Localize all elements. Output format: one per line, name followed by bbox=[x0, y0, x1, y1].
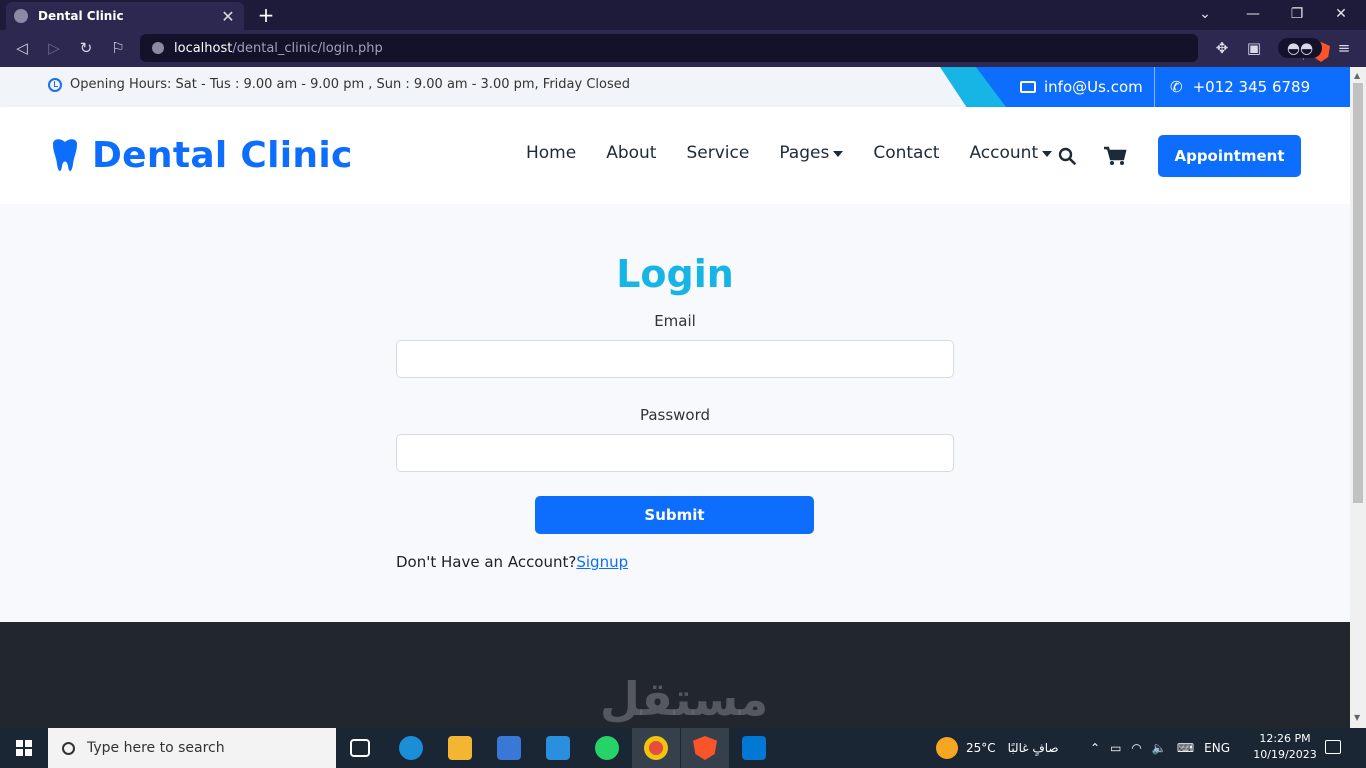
vscode-icon[interactable] bbox=[742, 736, 766, 760]
back-icon[interactable]: ◁ bbox=[12, 38, 32, 58]
weather-text: صافٍ غالبًا bbox=[1007, 741, 1059, 755]
browser-tab-bar: Dental Clinic ✕ + ⌄ — ❐ ✕ bbox=[0, 0, 1366, 30]
nav-account-dropdown[interactable]: Account bbox=[969, 143, 1053, 163]
weather-widget[interactable]: 25°C صافٍ غالبًا bbox=[936, 728, 1059, 768]
scroll-up-icon[interactable]: ▲ bbox=[1354, 71, 1360, 80]
signup-link[interactable]: Signup bbox=[576, 553, 628, 571]
url-host: localhost bbox=[174, 40, 233, 56]
mail-icon[interactable] bbox=[546, 736, 570, 760]
browser-toolbar: ◁ ▷ ↻ ⚐ localhost /dental_clinic/login.p… bbox=[0, 30, 1366, 67]
envelope-icon bbox=[1020, 81, 1036, 93]
watermark: مستقل bbox=[600, 672, 769, 726]
site-info-icon[interactable] bbox=[152, 42, 164, 54]
chevron-up-icon[interactable]: ⌃ bbox=[1090, 741, 1100, 755]
tooth-icon bbox=[53, 138, 77, 171]
minimize-icon[interactable]: — bbox=[1243, 4, 1263, 24]
address-input[interactable]: localhost /dental_clinic/login.php bbox=[140, 34, 1330, 62]
url-path: /dental_clinic/login.php bbox=[232, 40, 383, 56]
email-text: info@Us.com bbox=[1044, 78, 1143, 96]
whatsapp-icon[interactable] bbox=[595, 736, 619, 760]
no-account-text: Don't Have an Account? bbox=[396, 553, 577, 571]
store-icon[interactable] bbox=[497, 736, 521, 760]
notification-icon[interactable] bbox=[1325, 740, 1341, 754]
signup-prompt: Don't Have an Account?Signup bbox=[396, 553, 628, 571]
phone-text: +012 345 6789 bbox=[1192, 78, 1311, 96]
footer: مستقل bbox=[0, 622, 1350, 728]
menu-icon[interactable]: ≡ bbox=[1334, 38, 1354, 58]
search-icon bbox=[62, 741, 75, 755]
edge-icon[interactable] bbox=[399, 736, 423, 760]
scroll-down-icon[interactable]: ▼ bbox=[1354, 713, 1360, 722]
system-clock[interactable]: 12:26 PM 10/19/2023 bbox=[1250, 731, 1320, 763]
weather-icon bbox=[936, 737, 958, 759]
windows-taskbar: Type here to search 25°C صافٍ غالبًا ⌃ ▭… bbox=[0, 728, 1366, 768]
search-icon[interactable] bbox=[1058, 147, 1076, 165]
close-tab-icon[interactable]: ✕ bbox=[220, 7, 236, 26]
file-explorer-icon[interactable] bbox=[448, 736, 472, 760]
clock-time: 12:26 PM bbox=[1259, 732, 1311, 745]
globe-icon bbox=[14, 9, 28, 23]
appointment-button[interactable]: Appointment bbox=[1158, 135, 1301, 177]
close-window-icon[interactable]: ✕ bbox=[1331, 4, 1351, 24]
divider bbox=[1154, 67, 1155, 107]
wifi-icon[interactable]: ◠ bbox=[1131, 741, 1141, 755]
restore-icon[interactable]: ❐ bbox=[1287, 4, 1307, 24]
scroll-thumb[interactable] bbox=[1353, 83, 1363, 503]
password-label: Password bbox=[639, 406, 711, 424]
email-field[interactable] bbox=[396, 340, 954, 378]
nav-contact[interactable]: Contact bbox=[873, 143, 939, 163]
weather-temp: 25°C bbox=[966, 741, 996, 755]
language-indicator[interactable]: ENG bbox=[1204, 741, 1230, 755]
contact-strip: info@Us.com ✆ +012 345 6789 bbox=[940, 67, 1350, 107]
top-info-bar: Opening Hours: Sat - Tus : 9.00 am - 9.0… bbox=[0, 67, 1350, 107]
volume-icon[interactable]: 🔈 bbox=[1152, 741, 1167, 755]
battery-icon[interactable]: ▭ bbox=[1110, 741, 1121, 755]
reload-icon[interactable]: ↻ bbox=[76, 38, 96, 58]
nav-service[interactable]: Service bbox=[686, 143, 749, 163]
caret-down-icon bbox=[1042, 151, 1053, 157]
tab-title: Dental Clinic bbox=[38, 9, 124, 23]
private-window-icon[interactable]: ◓◓ bbox=[1278, 38, 1322, 58]
task-view-icon[interactable] bbox=[350, 739, 370, 757]
forward-icon[interactable]: ▷ bbox=[44, 38, 64, 58]
nav-account-label: Account bbox=[969, 143, 1039, 163]
new-tab-icon[interactable]: + bbox=[256, 3, 276, 27]
taskbar-search-placeholder: Type here to search bbox=[87, 740, 225, 756]
caret-down-icon bbox=[833, 151, 844, 157]
clock-date: 10/19/2023 bbox=[1253, 748, 1317, 761]
brand-name: Dental Clinic bbox=[92, 135, 353, 176]
page-title: Login bbox=[616, 252, 734, 296]
extensions-icon[interactable]: ✥ bbox=[1212, 38, 1232, 58]
clock-icon bbox=[48, 77, 62, 92]
keyboard-icon[interactable]: ⌨ bbox=[1177, 741, 1194, 755]
tab-list-chevron-icon[interactable]: ⌄ bbox=[1195, 4, 1215, 24]
brand-logo[interactable]: Dental Clinic bbox=[50, 135, 353, 176]
phone-link[interactable]: ✆ +012 345 6789 bbox=[1170, 67, 1310, 107]
nav-about[interactable]: About bbox=[606, 143, 656, 163]
taskbar-search-input[interactable]: Type here to search bbox=[48, 728, 336, 768]
submit-button[interactable]: Submit bbox=[535, 496, 814, 534]
login-section: Login Email Password Submit Don't Have a… bbox=[0, 204, 1350, 622]
email-label: Email bbox=[654, 312, 696, 330]
main-navbar: Dental Clinic Home About Service Pages C… bbox=[0, 107, 1350, 204]
chrome-icon[interactable] bbox=[644, 736, 668, 760]
email-link[interactable]: info@Us.com bbox=[1020, 67, 1143, 107]
opening-hours-text: Opening Hours: Sat - Tus : 9.00 am - 9.0… bbox=[70, 77, 630, 92]
nav-links: Home About Service Pages Contact Account bbox=[526, 143, 1082, 163]
sidebar-icon[interactable]: ▣ bbox=[1244, 38, 1264, 58]
password-field[interactable] bbox=[396, 434, 954, 472]
nav-home[interactable]: Home bbox=[526, 143, 576, 163]
nav-pages-dropdown[interactable]: Pages bbox=[779, 143, 844, 163]
page-scrollbar[interactable]: ▲ ▼ bbox=[1350, 67, 1366, 728]
nav-pages-label: Pages bbox=[779, 143, 830, 163]
windows-start-icon[interactable] bbox=[16, 740, 32, 756]
system-tray: ⌃ ▭ ◠ 🔈 ⌨ ENG bbox=[1090, 728, 1230, 768]
bookmark-icon[interactable]: ⚐ bbox=[108, 38, 128, 58]
phone-icon: ✆ bbox=[1170, 78, 1183, 96]
cart-icon[interactable] bbox=[1103, 146, 1127, 166]
opening-hours: Opening Hours: Sat - Tus : 9.00 am - 9.0… bbox=[48, 77, 630, 92]
browser-tab[interactable]: Dental Clinic ✕ bbox=[6, 2, 244, 30]
